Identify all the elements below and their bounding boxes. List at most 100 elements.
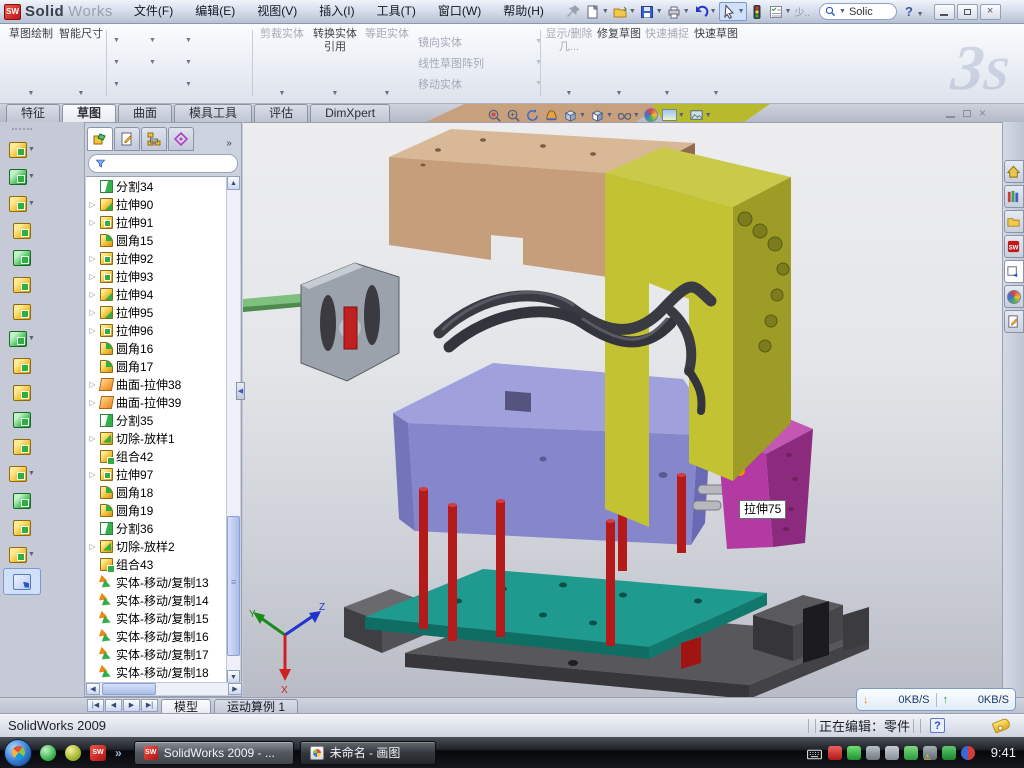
- menu-window[interactable]: 窗口(W): [427, 4, 492, 18]
- tree-item[interactable]: 实体-移动/复制18: [86, 663, 227, 681]
- network-warning-icon[interactable]: ⚠: [923, 746, 937, 760]
- upload-arrow-icon[interactable]: [904, 746, 918, 760]
- quick-launch-overflow[interactable]: »: [115, 746, 122, 760]
- ellipse-button[interactable]: ▼: [184, 52, 192, 72]
- model-nav-last-button[interactable]: ▶|: [141, 699, 158, 712]
- polygon-button[interactable]: [148, 74, 156, 94]
- toolbar-grip[interactable]: [12, 128, 32, 130]
- dropdown-arrow-icon[interactable]: ▼: [113, 59, 120, 66]
- smartdim-button[interactable]: 智能尺寸▼: [58, 28, 104, 100]
- dropdown-arrow-icon[interactable]: ▼: [629, 8, 636, 15]
- dropdown-arrow-icon[interactable]: ▼: [683, 8, 690, 15]
- edit-appearance-button[interactable]: [643, 106, 659, 124]
- scroll-up-button[interactable]: ▲: [227, 176, 240, 190]
- taskbar-button[interactable]: SWSolidWorks 2009 - ...: [134, 741, 294, 765]
- expand-arrow-icon[interactable]: ▷: [88, 398, 97, 407]
- search-dropdown-icon[interactable]: ▼: [839, 8, 846, 15]
- draft-button[interactable]: [3, 271, 41, 298]
- dropdown-arrow-icon[interactable]: ▼: [633, 112, 640, 119]
- dropdown-arrow-icon[interactable]: ▼: [713, 87, 720, 100]
- tab-sketch[interactable]: 草图: [62, 104, 116, 122]
- view-orientation-button[interactable]: ▼: [562, 106, 587, 124]
- tab-surfaces[interactable]: 曲面: [118, 104, 172, 122]
- menu-help[interactable]: 帮助(H): [492, 4, 555, 18]
- taskbar-clock[interactable]: 9:41: [991, 745, 1016, 760]
- task-pane-tab-appearances-scenes[interactable]: [1004, 285, 1024, 308]
- save-button[interactable]: ▼: [638, 2, 664, 21]
- task-pane-tab-custom-properties[interactable]: [1004, 310, 1024, 333]
- expand-arrow-icon[interactable]: ▷: [88, 254, 97, 263]
- convert-button[interactable]: 转换实体引用▼: [308, 28, 362, 100]
- defender-plus-icon[interactable]: [942, 746, 956, 760]
- panel-collapse-arrow[interactable]: ◀: [236, 382, 245, 400]
- expand-arrow-icon[interactable]: ▷: [88, 542, 97, 551]
- network-speed-widget[interactable]: ↓ 0KB/S ↑ 0KB/S: [856, 688, 1016, 711]
- sync-pair-icon[interactable]: [961, 746, 975, 760]
- tree-item[interactable]: ▷拉伸93: [86, 267, 227, 285]
- extruded-boss-button[interactable]: ▼: [3, 136, 41, 163]
- close-button[interactable]: ×: [980, 4, 1001, 20]
- tree-item[interactable]: 组合43: [86, 555, 227, 573]
- sketch-button[interactable]: 草图绘制▼: [8, 28, 54, 100]
- search-input[interactable]: ▼ Solic: [819, 3, 897, 20]
- minimize-button[interactable]: [934, 4, 955, 20]
- menu-insert[interactable]: 插入(I): [308, 4, 365, 18]
- tree-horizontal-scrollbar[interactable]: ◀ ▶: [86, 682, 242, 695]
- tree-item[interactable]: ▷拉伸96: [86, 321, 227, 339]
- panel-tab-property-manager[interactable]: [114, 127, 140, 151]
- chamfer-button[interactable]: [3, 217, 41, 244]
- apply-scene-button[interactable]: ▼: [661, 106, 686, 124]
- expand-arrow-icon[interactable]: ▷: [88, 434, 97, 443]
- tree-item[interactable]: ▷曲面-拉伸38: [86, 375, 227, 393]
- hole-wizard-button[interactable]: [3, 298, 41, 325]
- scroll-left-button[interactable]: ◀: [86, 683, 100, 695]
- shell-button[interactable]: [3, 244, 41, 271]
- dropdown-arrow-icon[interactable]: ▼: [28, 87, 35, 100]
- reference-geometry-button[interactable]: ▼: [3, 460, 41, 487]
- expand-arrow-icon[interactable]: ▷: [88, 218, 97, 227]
- tree-item[interactable]: ▷拉伸90: [86, 195, 227, 213]
- dropdown-arrow-icon[interactable]: ▼: [185, 81, 192, 88]
- zoom-fit-button[interactable]: [486, 106, 503, 124]
- undo-button[interactable]: ▼: [692, 2, 718, 21]
- doc-close-button[interactable]: ×: [979, 106, 986, 120]
- tree-item[interactable]: 实体-移动/复制17: [86, 645, 227, 663]
- tree-item[interactable]: ▷拉伸91: [86, 213, 227, 231]
- tab-features[interactable]: 特征: [6, 104, 60, 122]
- scroll-thumb[interactable]: [227, 516, 240, 656]
- task-pane-tab-design-library[interactable]: [1004, 185, 1024, 208]
- expand-arrow-icon[interactable]: ▷: [88, 290, 97, 299]
- mirror-bodies-button[interactable]: [3, 352, 41, 379]
- rectangle-button[interactable]: ▼: [112, 52, 120, 72]
- tree-item[interactable]: 圆角17: [86, 357, 227, 375]
- print-button[interactable]: ▼: [665, 2, 691, 21]
- tab-dimxpert[interactable]: DimXpert: [310, 104, 390, 122]
- reference-axis-button[interactable]: [3, 514, 41, 541]
- solidworks-launch-icon[interactable]: SW: [90, 745, 106, 761]
- tree-item[interactable]: ▷拉伸92: [86, 249, 227, 267]
- panel-tab-featuremanager-tree[interactable]: [87, 127, 113, 151]
- panel-tab-dimxpert-manager[interactable]: [168, 127, 194, 151]
- model-nav-next-button[interactable]: ▶: [123, 699, 140, 712]
- menu-tools[interactable]: 工具(T): [366, 4, 427, 18]
- model-nav-first-button[interactable]: |◀: [87, 699, 104, 712]
- dropdown-arrow-icon[interactable]: ▼: [678, 112, 685, 119]
- task-pane-tab-view-palette[interactable]: [1004, 260, 1024, 283]
- dropdown-arrow-icon[interactable]: ▼: [149, 37, 156, 44]
- volume-icon[interactable]: [885, 746, 899, 760]
- tree-item[interactable]: ▷拉伸94: [86, 285, 227, 303]
- model-tab-motion-study[interactable]: 运动算例 1: [214, 699, 298, 714]
- panel-tab-configuration-manager[interactable]: [141, 127, 167, 151]
- display-style-button[interactable]: ▼: [589, 106, 614, 124]
- measure-tool-button[interactable]: [3, 568, 41, 595]
- tree-item[interactable]: 分割35: [86, 411, 227, 429]
- dropdown-arrow-icon[interactable]: ▼: [332, 87, 339, 100]
- section-view-button[interactable]: [543, 106, 560, 124]
- dropdown-arrow-icon[interactable]: ▼: [616, 87, 623, 100]
- part-carrier-gray[interactable]: [243, 263, 399, 381]
- dropdown-arrow-icon[interactable]: ▼: [113, 81, 120, 88]
- split-body-button[interactable]: [3, 406, 41, 433]
- dropdown-arrow-icon[interactable]: ▼: [149, 59, 156, 66]
- revolved-boss-button[interactable]: ▼: [3, 163, 41, 190]
- help-button[interactable]: ? ▼: [905, 4, 924, 19]
